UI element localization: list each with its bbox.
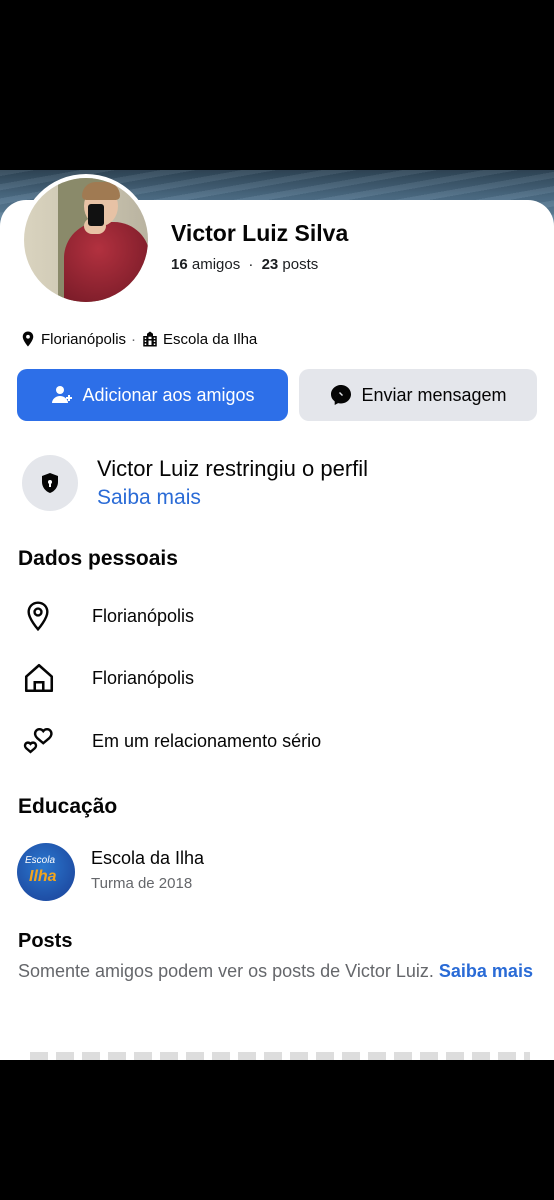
current-city-text: Florianópolis [92,605,195,626]
detail-row-current-city[interactable]: Florianópolis [22,598,194,634]
posts-heading: Posts [18,930,73,952]
send-message-button[interactable]: Enviar mensagem [299,369,537,421]
profile-name: Victor Luiz Silva [171,220,349,246]
school-building-icon [141,330,159,348]
map-pin-icon [22,598,68,634]
school-logo[interactable]: Escola Ilha [17,843,75,901]
detail-row-hometown[interactable]: Florianópolis [22,660,194,696]
add-person-icon [50,383,74,407]
detail-row-relationship[interactable]: Em um relacionamento sério [22,723,321,759]
add-friend-label: Adicionar aos amigos [82,384,255,405]
profile-avatar[interactable] [20,174,152,306]
restricted-learn-more-link[interactable]: Saiba mais [97,486,201,510]
stats-separator: · [248,256,254,273]
personal-data-heading: Dados pessoais [18,547,178,570]
relationship-text: Em um relacionamento sério [92,730,322,751]
restricted-profile-text: Victor Luiz restringiu o perfil [97,456,369,481]
friends-count[interactable]: 16 [171,256,188,273]
hearts-icon [22,723,68,759]
send-message-label: Enviar mensagem [361,384,507,405]
friends-label[interactable]: amigos [192,256,240,273]
hometown-text: Florianópolis [92,667,195,688]
intro-location[interactable]: Florianópolis [41,331,126,348]
truncated-content [30,1052,530,1060]
school-class-year: Turma de 2018 [91,875,193,892]
status-area [0,0,554,170]
posts-learn-more-link[interactable]: Saiba mais [439,961,533,981]
posts-restriction-text: Somente amigos podem ver os posts de Vic… [18,961,533,981]
location-pin-icon [19,330,37,348]
shield-lock-icon [22,455,78,511]
school-name[interactable]: Escola da Ilha [91,848,204,869]
posts-label: posts [282,256,319,273]
education-heading: Educação [18,795,118,818]
add-friend-button[interactable]: Adicionar aos amigos [17,369,288,421]
profile-intro-row: Florianópolis · Escola da Ilha [19,330,257,348]
home-icon [22,660,68,696]
intro-separator: · [131,330,137,348]
intro-school[interactable]: Escola da Ilha [163,331,257,348]
posts-count: 23 [261,256,279,273]
messenger-icon [329,383,353,407]
profile-stats: 16 amigos · 23 posts [171,256,318,273]
bottom-area [0,1060,554,1200]
